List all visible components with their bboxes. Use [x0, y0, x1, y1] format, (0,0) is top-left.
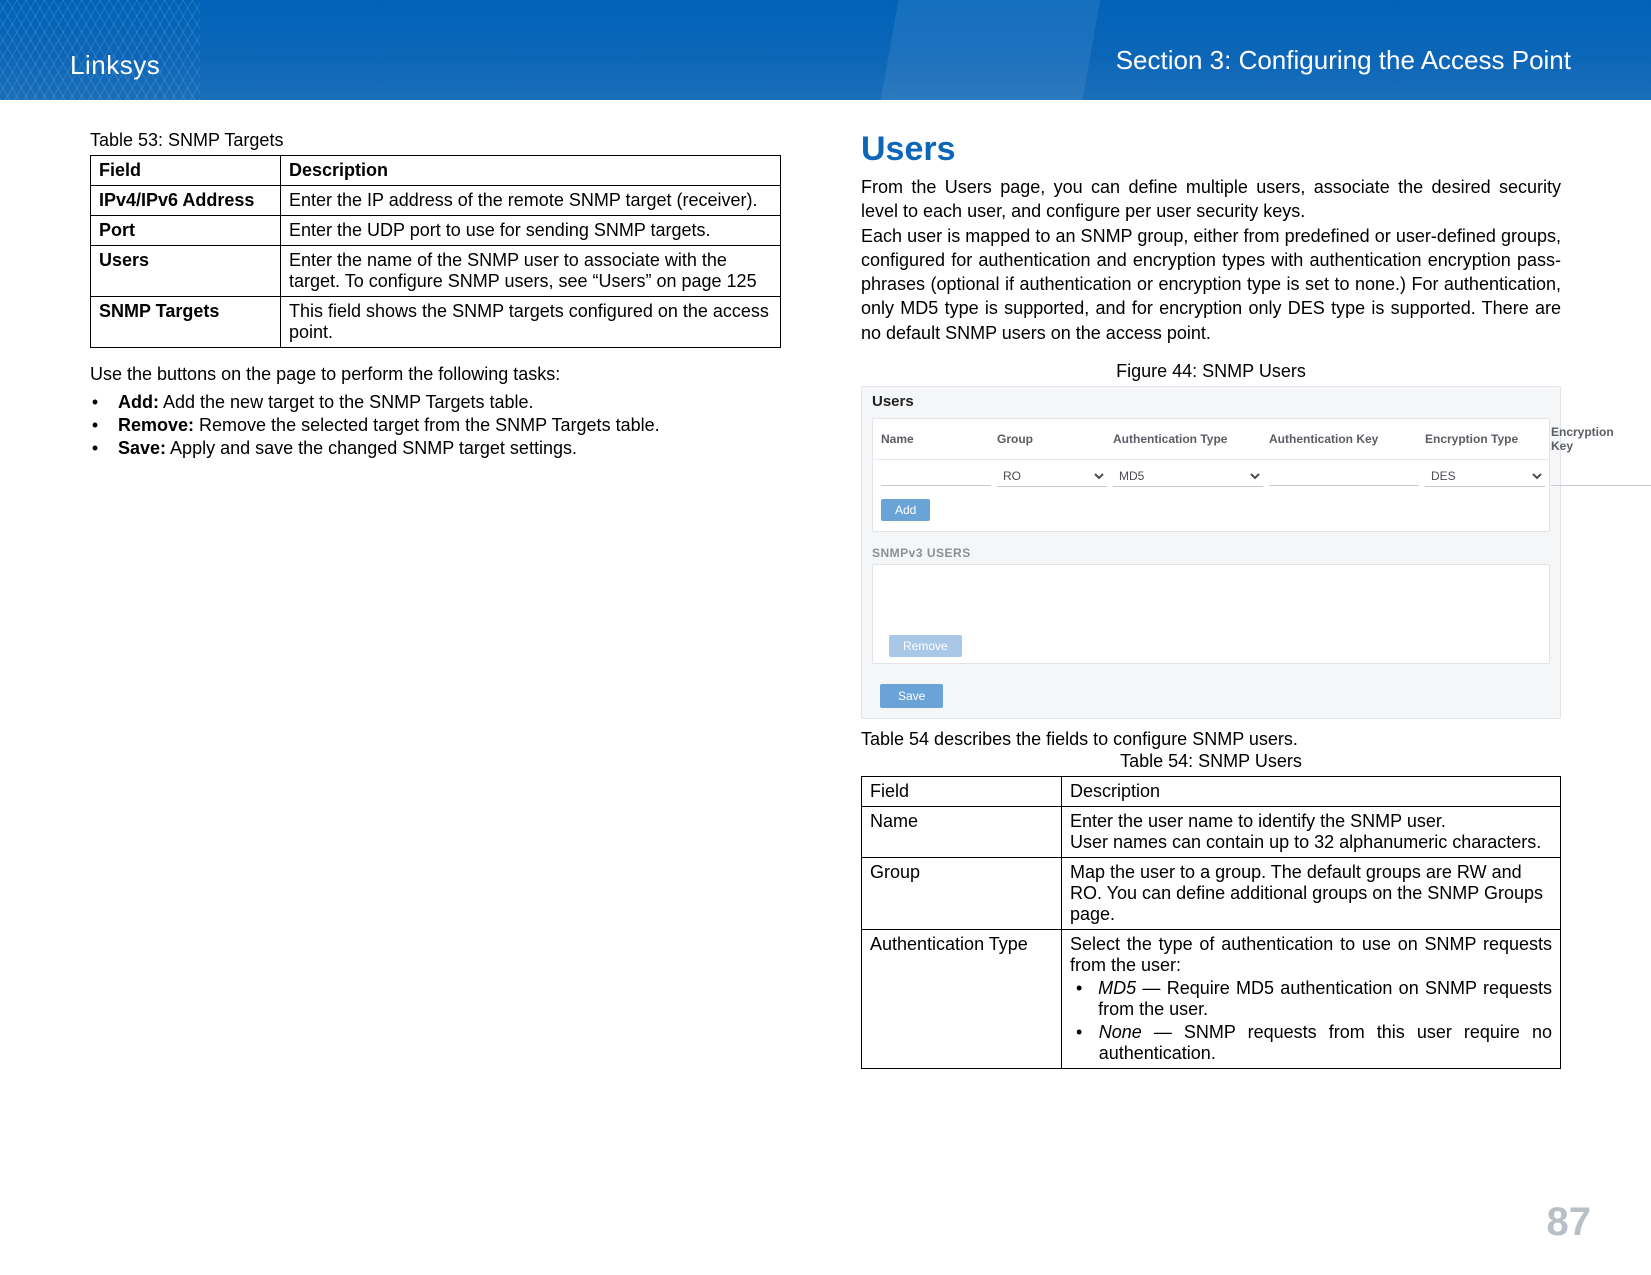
right-column: Users From the Users page, you can defin… [861, 130, 1561, 1069]
users-input-grid: Name Group Authentication Type Authentic… [872, 418, 1550, 532]
table54: Field Description Name Enter the user na… [861, 776, 1561, 1069]
users-heading: Users [861, 130, 1561, 169]
grid-header-row: Name Group Authentication Type Authentic… [873, 419, 1549, 460]
bullet-icon: • [90, 392, 100, 413]
tasks-list: • Add: Add the new target to the SNMP Ta… [90, 392, 781, 459]
bullet-icon: • [1076, 1022, 1085, 1064]
table54-header-field: Field [862, 777, 1062, 807]
col-enc-key: Encryption Key [1551, 425, 1614, 453]
t53-desc: This field shows the SNMP targets config… [281, 297, 781, 348]
auth-type-select[interactable]: MD5 [1113, 466, 1263, 487]
enc-type-select[interactable]: DES [1425, 466, 1545, 487]
section-title: Section 3: Configuring the Access Point [1116, 45, 1571, 76]
save-button[interactable]: Save [880, 684, 943, 708]
remove-button[interactable]: Remove [889, 635, 962, 657]
col-name: Name [881, 432, 991, 446]
table-row: Users Enter the name of the SNMP user to… [91, 246, 781, 297]
users-intro-2: Each user is mapped to an SNMP group, ei… [861, 224, 1561, 345]
t54-name-line2: User names can contain up to 32 alphanum… [1070, 832, 1552, 853]
group-select[interactable]: RO [997, 466, 1107, 487]
panel-title: Users [862, 387, 1560, 412]
bullet-icon: • [1076, 978, 1084, 1020]
table53-header-field: Field [91, 156, 281, 186]
col-enc-type: Encryption Type [1425, 432, 1545, 446]
opt-term: MD5 [1098, 978, 1136, 998]
page-header: Linksys Section 3: Configuring the Acces… [0, 0, 1651, 100]
table-row: Name Enter the user name to identify the… [862, 807, 1561, 858]
t54-field: Name [862, 807, 1062, 858]
t54-desc: Enter the user name to identify the SNMP… [1062, 807, 1561, 858]
t54-desc: Select the type of authentication to use… [1062, 930, 1561, 1069]
table54-caption: Table 54: SNMP Users [861, 751, 1561, 772]
list-item: • Save: Apply and save the changed SNMP … [90, 438, 781, 459]
task-term: Add: [118, 392, 159, 412]
snmp-users-panel: Users Name Group Authentication Type Aut… [861, 386, 1561, 719]
page-body: Table 53: SNMP Targets Field Description… [0, 100, 1651, 1069]
t54-field: Group [862, 858, 1062, 930]
t53-desc: Enter the UDP port to use for sending SN… [281, 216, 781, 246]
t54-field: Authentication Type [862, 930, 1062, 1069]
bullet-icon: • [90, 438, 100, 459]
opt-text: — Require MD5 authentication on SNMP req… [1098, 978, 1552, 1019]
left-column: Table 53: SNMP Targets Field Description… [90, 130, 781, 1069]
auth-key-input[interactable] [1269, 467, 1419, 486]
task-text: Apply and save the changed SNMP target s… [166, 438, 577, 458]
bullet-icon: • [90, 415, 100, 436]
task-term: Remove: [118, 415, 194, 435]
t53-desc: Enter the name of the SNMP user to assoc… [281, 246, 781, 297]
list-item: • Remove: Remove the selected target fro… [90, 415, 781, 436]
table-row: Authentication Type Select the type of a… [862, 930, 1561, 1069]
list-item: • MD5 — Require MD5 authentication on SN… [1076, 978, 1552, 1020]
list-item: • None — SNMP requests from this user re… [1076, 1022, 1552, 1064]
table-row: Group Map the user to a group. The defau… [862, 858, 1561, 930]
add-button[interactable]: Add [881, 499, 930, 521]
snmpv3-users-subhead: SNMPv3 USERS [862, 538, 1560, 562]
task-text: Remove the selected target from the SNMP… [194, 415, 660, 435]
name-input[interactable] [881, 467, 991, 486]
table-row: SNMP Targets This field shows the SNMP t… [91, 297, 781, 348]
tasks-intro: Use the buttons on the page to perform t… [90, 362, 781, 386]
enc-key-input[interactable] [1551, 467, 1651, 486]
figure44-caption: Figure 44: SNMP Users [861, 361, 1561, 382]
t53-field: IPv4/IPv6 Address [91, 186, 281, 216]
table53-caption: Table 53: SNMP Targets [90, 130, 781, 151]
col-auth-type: Authentication Type [1113, 432, 1263, 446]
grid-input-row: RO MD5 DES [873, 460, 1549, 493]
snmpv3-users-list: Remove [872, 564, 1550, 664]
t54-desc: Map the user to a group. The default gro… [1062, 858, 1561, 930]
t53-field: Port [91, 216, 281, 246]
table54-header-desc: Description [1062, 777, 1561, 807]
table-row: IPv4/IPv6 Address Enter the IP address o… [91, 186, 781, 216]
col-group: Group [997, 432, 1107, 446]
task-term: Save: [118, 438, 166, 458]
table-row: Port Enter the UDP port to use for sendi… [91, 216, 781, 246]
col-auth-key: Authentication Key [1269, 432, 1419, 446]
brand-logo-text: Linksys [70, 50, 160, 81]
task-text: Add the new target to the SNMP Targets t… [159, 392, 534, 412]
t53-field: Users [91, 246, 281, 297]
t54-name-line1: Enter the user name to identify the SNMP… [1070, 811, 1552, 832]
table53-header-desc: Description [281, 156, 781, 186]
list-item: • Add: Add the new target to the SNMP Ta… [90, 392, 781, 413]
table54-intro: Table 54 describes the fields to configu… [861, 727, 1561, 751]
opt-text: — SNMP requests from this user require n… [1099, 1022, 1552, 1063]
table53: Field Description IPv4/IPv6 Address Ente… [90, 155, 781, 348]
t53-desc: Enter the IP address of the remote SNMP … [281, 186, 781, 216]
t53-field: SNMP Targets [91, 297, 281, 348]
users-intro-1: From the Users page, you can define mult… [861, 175, 1561, 224]
opt-term: None [1099, 1022, 1142, 1042]
t54-auth-lead: Select the type of authentication to use… [1070, 934, 1552, 976]
page-number: 87 [1547, 1200, 1592, 1245]
